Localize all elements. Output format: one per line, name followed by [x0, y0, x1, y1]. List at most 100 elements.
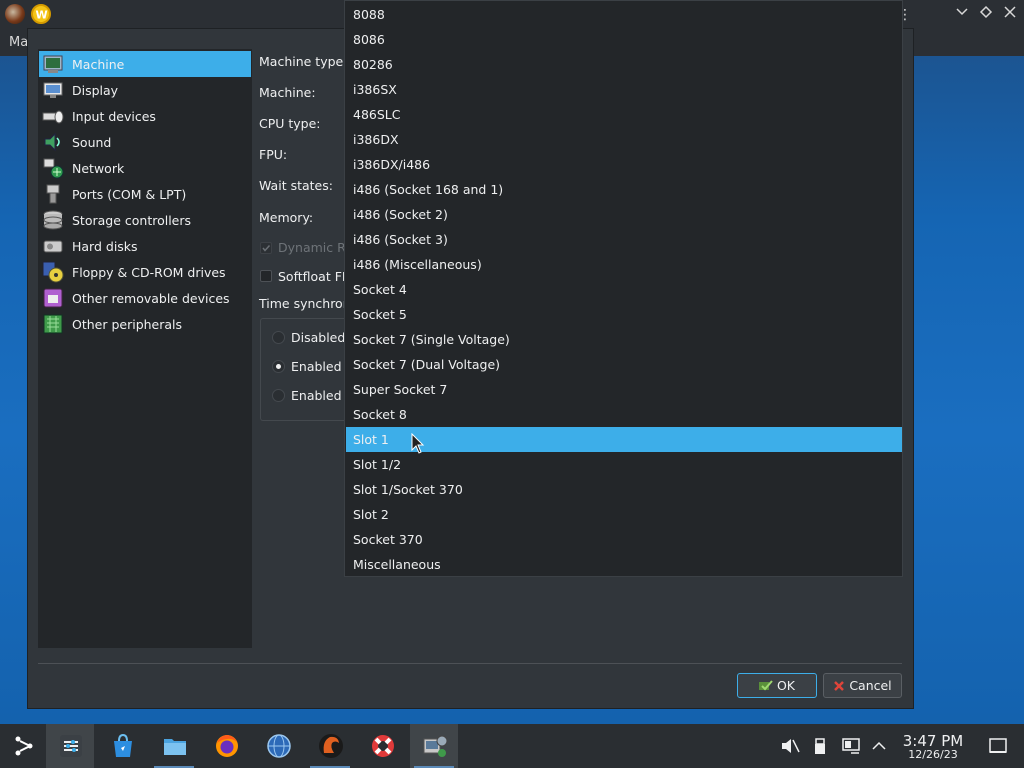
- network-icon: [42, 157, 64, 179]
- dialog-separator: [38, 663, 902, 664]
- 86box-manager-icon: [319, 734, 343, 758]
- dropdown-option[interactable]: 8086: [346, 27, 902, 52]
- application-launcher-icon: [15, 736, 33, 756]
- time-sync-disabled-label: Disabled: [291, 330, 346, 345]
- fpu-label: FPU:: [259, 147, 288, 162]
- dropdown-option[interactable]: Socket 370: [346, 527, 902, 552]
- input-devices-icon: [42, 105, 64, 127]
- dropdown-option[interactable]: Socket 7 (Dual Voltage): [346, 352, 902, 377]
- removable-devices-icon: [42, 287, 64, 309]
- taskbar-firefox[interactable]: [202, 724, 250, 768]
- time-sync-enabled-local-radio[interactable]: [272, 360, 285, 373]
- dolphin-files-icon: [164, 739, 186, 755]
- svg-text:W: W: [36, 9, 48, 22]
- cancel-x-icon: [834, 680, 845, 691]
- time-sync-enabled-local-label: Enabled (: [291, 359, 351, 374]
- ok-button[interactable]: OK: [737, 673, 817, 698]
- dropdown-option[interactable]: Slot 1: [346, 427, 902, 452]
- menu-bar-fragment[interactable]: Ma: [9, 35, 28, 50]
- 86box-settings-icon: [423, 735, 448, 757]
- network-tray-icon[interactable]: [841, 736, 861, 756]
- dropdown-option[interactable]: i486 (Socket 168 and 1): [346, 177, 902, 202]
- dropdown-option[interactable]: i486 (Miscellaneous): [346, 252, 902, 277]
- 86box-app-icon: [5, 4, 25, 24]
- sidebar-item-floppy-cdrom[interactable]: Floppy & CD-ROM drives: [39, 259, 251, 285]
- sidebar-item-ports[interactable]: Ports (COM & LPT): [39, 181, 251, 207]
- dropdown-option[interactable]: 80286: [346, 52, 902, 77]
- dropdown-option[interactable]: i386DX/i486: [346, 152, 902, 177]
- machine-type-label: Machine type:: [259, 54, 348, 69]
- memory-label: Memory:: [259, 210, 314, 225]
- taskbar-network-browser[interactable]: [254, 724, 302, 768]
- machine-label: Machine:: [259, 85, 316, 100]
- close-window-button[interactable]: [1003, 5, 1017, 23]
- volume-muted-icon[interactable]: [780, 736, 800, 756]
- softfloat-fpu-checkbox[interactable]: [260, 270, 272, 282]
- sidebar-item-hard-disks[interactable]: Hard disks: [39, 233, 251, 259]
- machine-type-dropdown-list[interactable]: 8088 8086 80286 i386SX 486SLC i386DX i386DX/i4…: [344, 0, 903, 577]
- dropdown-option[interactable]: Socket 4: [346, 277, 902, 302]
- time-sync-disabled-radio[interactable]: [272, 331, 285, 344]
- show-desktop-icon[interactable]: [988, 736, 1008, 756]
- taskbar-dolphin[interactable]: [150, 724, 198, 768]
- display-icon: [42, 79, 64, 101]
- settings-window-icon: W: [31, 4, 51, 24]
- sidebar-item-machine[interactable]: Machine: [39, 51, 251, 77]
- network-browser-icon: [267, 734, 291, 758]
- dropdown-option[interactable]: i386SX: [346, 77, 902, 102]
- taskbar-86box-manager[interactable]: [306, 724, 354, 768]
- sidebar-item-sound[interactable]: Sound: [39, 129, 251, 155]
- dropdown-option[interactable]: i386DX: [346, 127, 902, 152]
- sidebar-item-input-devices[interactable]: Input devices: [39, 103, 251, 129]
- dropdown-option[interactable]: i486 (Socket 3): [346, 227, 902, 252]
- taskbar-system-settings[interactable]: [46, 724, 94, 768]
- taskbar-discover[interactable]: [98, 724, 146, 768]
- floppy-cdrom-icon: [42, 261, 64, 283]
- help-lifebuoy-icon: [372, 735, 394, 757]
- sidebar-item-other-removable-devices[interactable]: Other removable devices: [39, 285, 251, 311]
- time-sync-enabled-utc-radio[interactable]: [272, 389, 285, 402]
- time-sync-enabled-utc-label: Enabled (: [291, 388, 351, 403]
- dropdown-option[interactable]: Socket 7 (Single Voltage): [346, 327, 902, 352]
- dropdown-option[interactable]: i486 (Socket 2): [346, 202, 902, 227]
- sound-icon: [42, 131, 64, 153]
- dropdown-option[interactable]: Slot 1/2: [346, 452, 902, 477]
- taskbar-86box-settings[interactable]: [410, 724, 458, 768]
- dropdown-option[interactable]: 486SLC: [346, 102, 902, 127]
- dropdown-option[interactable]: 8088: [346, 2, 902, 27]
- hard-disks-icon: [42, 235, 64, 257]
- dropdown-option[interactable]: Miscellaneous: [346, 552, 902, 577]
- dynamic-recompiler-label: Dynamic Re: [278, 240, 353, 255]
- wait-states-label: Wait states:: [259, 178, 333, 193]
- dropdown-option[interactable]: Super Socket 7: [346, 377, 902, 402]
- removable-device-icon[interactable]: [810, 736, 830, 756]
- firefox-icon: [216, 735, 238, 757]
- cancel-button[interactable]: Cancel: [823, 673, 902, 698]
- dropdown-option[interactable]: Slot 2: [346, 502, 902, 527]
- dropdown-option[interactable]: Socket 8: [346, 402, 902, 427]
- ports-icon: [42, 183, 64, 205]
- taskbar: [0, 724, 1024, 768]
- machine-icon: [42, 53, 64, 75]
- mouse-cursor-icon: [411, 433, 425, 454]
- system-settings-icon: [60, 735, 82, 757]
- sidebar-item-network[interactable]: Network: [39, 155, 251, 181]
- sidebar-item-other-peripherals[interactable]: Other peripherals: [39, 311, 251, 337]
- dynamic-recompiler-checkbox[interactable]: [260, 242, 272, 254]
- taskbar-help[interactable]: [358, 724, 406, 768]
- maximize-button[interactable]: [979, 5, 993, 23]
- application-launcher-button[interactable]: [0, 724, 48, 768]
- minimize-button[interactable]: [955, 5, 969, 23]
- dropdown-option[interactable]: Slot 1/Socket 370: [346, 477, 902, 502]
- sidebar-item-display[interactable]: Display: [39, 77, 251, 103]
- dropdown-option[interactable]: Socket 5: [346, 302, 902, 327]
- settings-category-list: Machine Display Input devices Sound Netw…: [38, 49, 252, 648]
- ok-check-icon: [758, 679, 773, 690]
- cpu-type-label: CPU type:: [259, 116, 321, 131]
- show-hidden-icon[interactable]: [869, 736, 889, 756]
- sidebar-item-storage-controllers[interactable]: Storage controllers: [39, 207, 251, 233]
- time-sync-label: Time synchroni: [259, 296, 355, 311]
- other-peripherals-icon: [42, 313, 64, 335]
- clock-date[interactable]: 12/26/23: [900, 748, 966, 761]
- storage-controllers-icon: [42, 209, 64, 231]
